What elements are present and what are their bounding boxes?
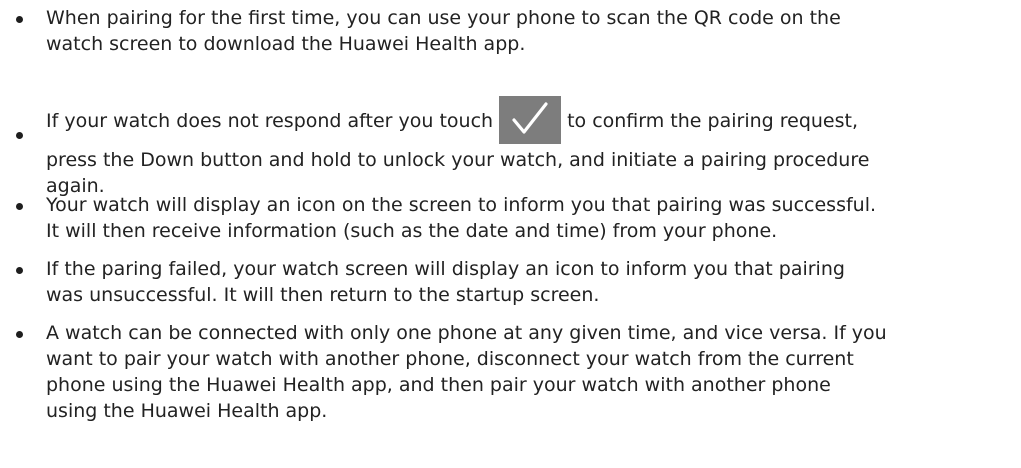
document-page: When pairing for the first time, you can… <box>0 0 1021 468</box>
text-line: A watch can be connected with only one p… <box>46 322 887 344</box>
checkmark-icon <box>499 96 562 144</box>
text-after-icon: to confirm the pairing request, <box>567 110 858 132</box>
text-before-icon: If your watch does not respond after you… <box>46 110 494 132</box>
bullet-icon <box>16 16 23 23</box>
list-item-text: When pairing for the first time, you can… <box>46 5 1010 57</box>
list-item-text: A watch can be connected with only one p… <box>46 320 1010 424</box>
list-item-text: If your watch does not respond after you… <box>46 95 1010 199</box>
bullet-icon <box>16 203 23 210</box>
bullet-icon <box>16 267 23 274</box>
text-line: was unsuccessful. It will then return to… <box>46 284 600 306</box>
text-line: using the Huawei Health app. <box>46 400 328 422</box>
text-line: watch screen to download the Huawei Heal… <box>46 33 526 55</box>
text-line: When pairing for the first time, you can… <box>46 7 841 29</box>
bullet-icon <box>16 132 23 139</box>
bullet-icon <box>16 331 23 338</box>
text-line: press the Down button and hold to unlock… <box>46 149 870 171</box>
text-line: It will then receive information (such a… <box>46 220 778 242</box>
text-line: want to pair your watch with another pho… <box>46 348 854 370</box>
text-line: If the paring failed, your watch screen … <box>46 258 845 280</box>
text-line: phone using the Huawei Health app, and t… <box>46 374 831 396</box>
text-line: Your watch will display an icon on the s… <box>46 194 877 216</box>
list-item-text: If the paring failed, your watch screen … <box>46 256 1010 308</box>
list-item-text: Your watch will display an icon on the s… <box>46 192 1010 244</box>
text-line: If your watch does not respond after you… <box>46 95 1010 147</box>
